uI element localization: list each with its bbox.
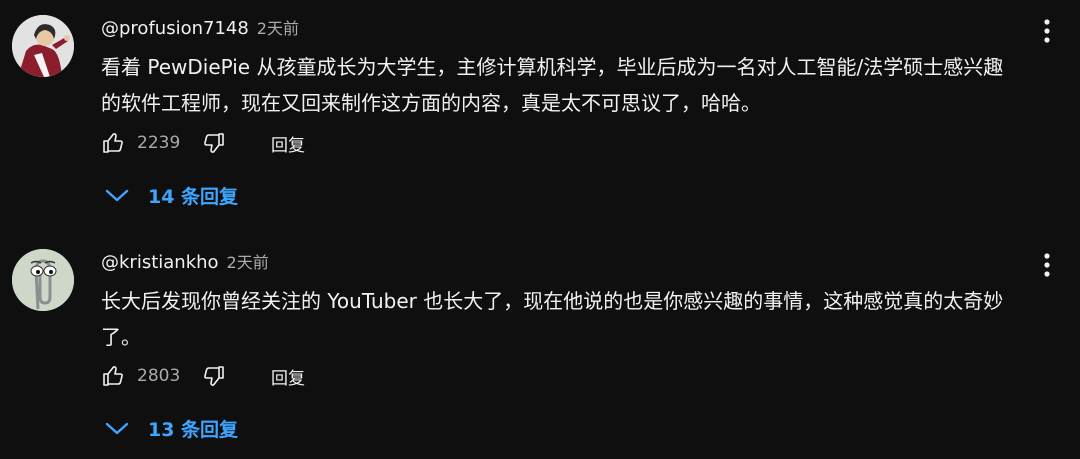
like-button[interactable] (101, 364, 125, 388)
comment-header: @profusion7148 2天前 (101, 15, 299, 39)
dislike-button[interactable] (202, 364, 226, 388)
reply-button[interactable]: 回复 (271, 364, 305, 389)
replies-count-label[interactable]: 13 条回复 (148, 415, 238, 442)
comment-text: 看着 PewDiePie 从孩童成长为大学生，主修计算机科学，毕业后成为一名对人… (101, 49, 1071, 121)
dislike-button[interactable] (202, 131, 226, 155)
comment-text-line: 看着 PewDiePie 从孩童成长为大学生，主修计算机科学，毕业后成为一名对人… (101, 55, 1004, 79)
reply-button[interactable]: 回复 (271, 131, 305, 156)
comment-thread: @kristiankho 2天前 长大后发现你曾经关注的 YouTuber 也长… (0, 234, 1080, 459)
cartoon-character-avatar-icon (12, 15, 74, 77)
replies-count-label[interactable]: 14 条回复 (148, 182, 238, 209)
more-vert-icon (1044, 19, 1050, 43)
comment-text-line: 的软件工程师，现在又回来制作这方面的内容，真是太不可思议了，哈哈。 (101, 91, 761, 115)
view-replies-button[interactable]: 14 条回复 (104, 180, 238, 210)
view-replies-button[interactable]: 13 条回复 (104, 413, 238, 443)
avatar[interactable] (12, 249, 74, 311)
more-actions-button[interactable] (1037, 251, 1057, 279)
like-count: 2239 (137, 133, 181, 153)
comment-timestamp[interactable]: 2天前 (257, 15, 299, 39)
like-button[interactable] (101, 131, 125, 155)
chevron-down-icon (105, 422, 129, 435)
thumbs-down-icon (204, 133, 224, 153)
avatar[interactable] (12, 15, 74, 77)
comment-text-line: 长大后发现你曾经关注的 YouTuber 也长大了，现在他说的也是你感兴趣的事情… (101, 289, 1004, 313)
comment-timestamp[interactable]: 2天前 (227, 249, 269, 273)
thumbs-up-icon (103, 366, 123, 386)
like-count: 2803 (137, 366, 181, 386)
comment-header: @kristiankho 2天前 (101, 249, 269, 273)
thumbs-down-icon (204, 366, 224, 386)
more-vert-icon (1044, 253, 1050, 277)
comment-text: 长大后发现你曾经关注的 YouTuber 也长大了，现在他说的也是你感兴趣的事情… (101, 283, 1071, 355)
more-actions-button[interactable] (1037, 17, 1057, 45)
thumbs-up-icon (103, 133, 123, 153)
comment-author[interactable]: @kristiankho (101, 252, 219, 273)
comment-actions: 2239 回复 (101, 129, 305, 157)
chevron-down-icon (105, 189, 129, 202)
comment-actions: 2803 回复 (101, 362, 305, 390)
comment-author[interactable]: @profusion7148 (101, 18, 249, 39)
paperclip-avatar-icon (12, 249, 74, 311)
comment-thread: @profusion7148 2天前 看着 PewDiePie 从孩童成长为大学… (0, 0, 1080, 225)
comment-text-line: 了。 (101, 325, 141, 349)
